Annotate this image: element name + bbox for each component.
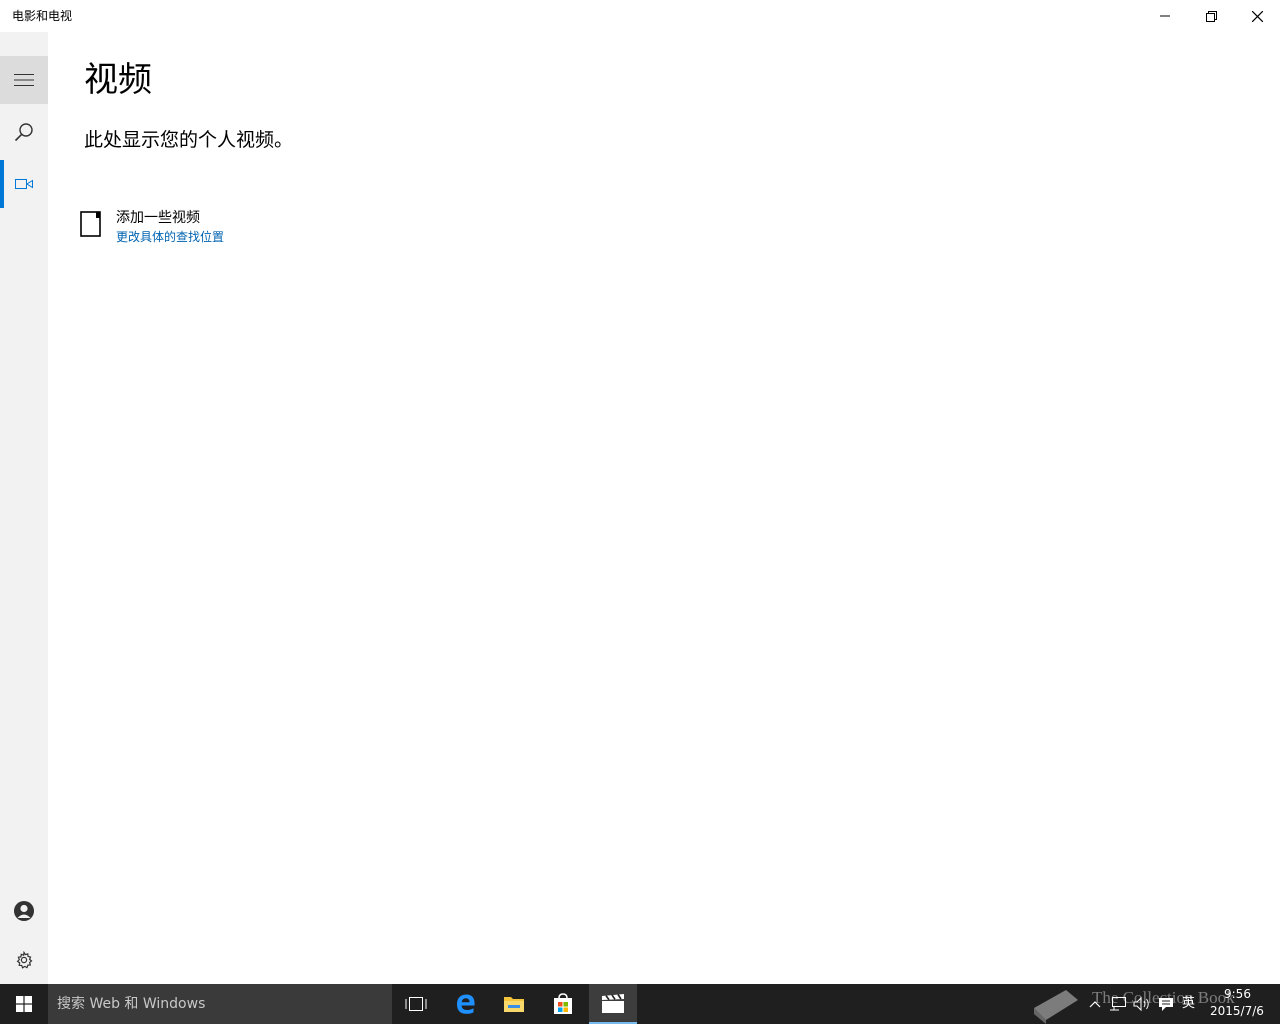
taskbar: 搜索 Web 和 Windows The Collection Book 英 9…: [0, 984, 1280, 1024]
restore-button[interactable]: [1188, 0, 1234, 32]
change-location-link[interactable]: 更改具体的查找位置: [116, 229, 224, 245]
window-title: 电影和电视: [12, 9, 73, 23]
volume-button[interactable]: [1132, 996, 1152, 1012]
add-videos-label[interactable]: 添加一些视频: [116, 209, 200, 227]
chevron-up-icon: [1089, 1001, 1101, 1008]
hamburger-menu-button[interactable]: [0, 56, 48, 104]
add-videos-item[interactable]: 添加一些视频 更改具体的查找位置: [80, 208, 380, 252]
network-icon: [1110, 997, 1126, 1011]
restore-icon: [1205, 10, 1217, 22]
clock-date[interactable]: 2015/7/6: [1210, 1004, 1264, 1018]
book-logo-icon: [1034, 990, 1078, 1024]
nav-account-button[interactable]: [0, 887, 48, 935]
hamburger-menu-icon: [14, 74, 34, 86]
input-method-indicator[interactable]: 英: [1182, 995, 1195, 1013]
taskbar-search-box[interactable]: 搜索 Web 和 Windows: [48, 984, 392, 1024]
network-button[interactable]: [1108, 996, 1128, 1012]
document-icon: [80, 211, 101, 237]
nav-rail: [0, 32, 48, 984]
title-bar: 电影和电视: [0, 0, 1280, 32]
file-explorer-button[interactable]: [490, 984, 538, 1024]
movies-tv-icon: [602, 994, 624, 1013]
clock-time[interactable]: 9:56: [1224, 987, 1251, 1001]
edge-icon: [457, 994, 475, 1014]
action-center-icon: [1159, 998, 1173, 1011]
minimize-button[interactable]: [1142, 0, 1188, 32]
start-button[interactable]: [0, 984, 48, 1024]
store-button[interactable]: [539, 984, 587, 1024]
nav-settings-button[interactable]: [0, 936, 48, 984]
action-center-button[interactable]: [1156, 996, 1176, 1012]
page-subtitle: 此处显示您的个人视频。: [84, 129, 294, 151]
account-icon: [14, 901, 34, 921]
file-explorer-icon: [504, 997, 524, 1012]
close-button[interactable]: [1234, 0, 1280, 32]
search-placeholder: 搜索 Web 和 Windows: [57, 996, 206, 1012]
task-view-button[interactable]: [392, 984, 440, 1024]
main-content: 视频 此处显示您的个人视频。 添加一些视频 更改具体的查找位置: [48, 32, 1280, 984]
video-icon: [15, 179, 33, 189]
windows-logo-icon: [16, 996, 32, 1012]
close-icon: [1251, 10, 1263, 22]
volume-icon: [1133, 996, 1149, 1012]
edge-button[interactable]: [442, 984, 490, 1024]
minimize-icon: [1160, 15, 1170, 17]
store-icon: [554, 993, 572, 1014]
movies-tv-taskbar-button[interactable]: [589, 984, 637, 1024]
page-title: 视频: [84, 60, 152, 100]
settings-gear-icon: [16, 951, 33, 969]
task-view-icon: [405, 997, 427, 1011]
nav-video-button[interactable]: [0, 160, 48, 208]
search-icon: [14, 123, 33, 142]
nav-search-button[interactable]: [0, 108, 48, 156]
show-hidden-icons-button[interactable]: [1088, 996, 1102, 1012]
